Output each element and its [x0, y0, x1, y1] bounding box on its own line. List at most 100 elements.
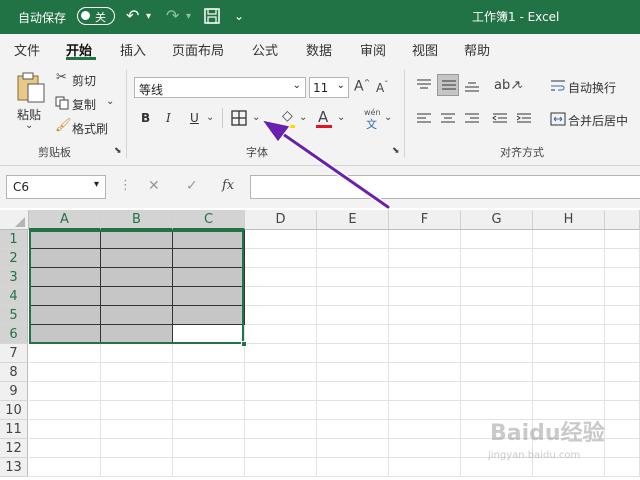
grow-font-icon[interactable]: A^	[354, 78, 370, 95]
cell-b12[interactable]	[101, 439, 173, 458]
cell-a6[interactable]	[29, 325, 101, 344]
cell-e10[interactable]	[317, 401, 389, 420]
clipboard-launcher-icon[interactable]: ⬊	[114, 146, 122, 156]
cell-a3[interactable]	[29, 268, 101, 287]
tab-help[interactable]: 帮助	[464, 40, 490, 59]
autosave-toggle[interactable]: 关	[77, 7, 115, 25]
cell-c1[interactable]	[173, 230, 245, 249]
column-header-b[interactable]: B	[101, 210, 173, 230]
cell-a5[interactable]	[29, 306, 101, 325]
cell-g9[interactable]	[461, 382, 533, 401]
decrease-indent-icon[interactable]	[492, 112, 508, 126]
cell-i2[interactable]	[605, 249, 640, 268]
copy-button[interactable]: 复制	[72, 96, 96, 113]
cell-g5[interactable]	[461, 306, 533, 325]
cell-e3[interactable]	[317, 268, 389, 287]
cell-d3[interactable]	[245, 268, 317, 287]
cell-i9[interactable]	[605, 382, 640, 401]
phonetic-icon[interactable]: 文	[366, 116, 377, 132]
row-header-7[interactable]: 7	[0, 344, 28, 363]
cell-c12[interactable]	[173, 439, 245, 458]
cell-i13[interactable]	[605, 458, 640, 477]
row-header-10[interactable]: 10	[0, 401, 28, 420]
underline-button[interactable]: U	[190, 111, 199, 125]
font-launcher-icon[interactable]: ⬊	[392, 146, 400, 156]
font-color-dropdown-icon[interactable]: ⌄	[337, 112, 345, 123]
fill-color-dropdown-icon[interactable]: ⌄	[299, 112, 307, 123]
cell-g6[interactable]	[461, 325, 533, 344]
cell-f12[interactable]	[389, 439, 461, 458]
cell-e1[interactable]	[317, 230, 389, 249]
cell-f13[interactable]	[389, 458, 461, 477]
cell-a8[interactable]	[29, 363, 101, 382]
cell-d2[interactable]	[245, 249, 317, 268]
cell-g3[interactable]	[461, 268, 533, 287]
row-header-2[interactable]: 2	[0, 249, 28, 268]
fill-handle[interactable]	[241, 341, 247, 347]
cell-e8[interactable]	[317, 363, 389, 382]
cell-b1[interactable]	[101, 230, 173, 249]
cell-i1[interactable]	[605, 230, 640, 249]
cell-i12[interactable]	[605, 439, 640, 458]
italic-button[interactable]: I	[166, 111, 171, 125]
row-header-8[interactable]: 8	[0, 363, 28, 382]
cell-f4[interactable]	[389, 287, 461, 306]
tab-review[interactable]: 审阅	[360, 40, 386, 59]
row-header-1[interactable]: 1	[0, 230, 28, 249]
cell-f9[interactable]	[389, 382, 461, 401]
cell-h2[interactable]	[533, 249, 605, 268]
row-header-4[interactable]: 4	[0, 287, 28, 306]
cell-f5[interactable]	[389, 306, 461, 325]
cell-h7[interactable]	[533, 344, 605, 363]
cell-b10[interactable]	[101, 401, 173, 420]
cell-f6[interactable]	[389, 325, 461, 344]
cell-g4[interactable]	[461, 287, 533, 306]
cell-f2[interactable]	[389, 249, 461, 268]
cell-h3[interactable]	[533, 268, 605, 287]
tab-file[interactable]: 文件	[14, 40, 40, 59]
insert-function-button[interactable]: fx	[222, 178, 234, 193]
cell-i4[interactable]	[605, 287, 640, 306]
cell-c2[interactable]	[173, 249, 245, 268]
font-size-select[interactable]: 11 ⌄	[309, 77, 349, 98]
cell-f8[interactable]	[389, 363, 461, 382]
row-header-13[interactable]: 13	[0, 458, 28, 477]
cell-e13[interactable]	[317, 458, 389, 477]
cell-c8[interactable]	[173, 363, 245, 382]
cell-b8[interactable]	[101, 363, 173, 382]
cell-i8[interactable]	[605, 363, 640, 382]
column-header-a[interactable]: A	[29, 210, 101, 230]
cell-b13[interactable]	[101, 458, 173, 477]
cell-i3[interactable]	[605, 268, 640, 287]
cell-i11[interactable]	[605, 420, 640, 439]
row-header-6[interactable]: 6	[0, 325, 28, 344]
cell-d9[interactable]	[245, 382, 317, 401]
cell-f1[interactable]	[389, 230, 461, 249]
paste-icon[interactable]	[16, 72, 46, 104]
cell-h1[interactable]	[533, 230, 605, 249]
cell-e6[interactable]	[317, 325, 389, 344]
copy-dropdown-icon[interactable]: ⌄	[106, 96, 114, 107]
cell-e5[interactable]	[317, 306, 389, 325]
cell-c5[interactable]	[173, 306, 245, 325]
cell-h9[interactable]	[533, 382, 605, 401]
cell-i6[interactable]	[605, 325, 640, 344]
cell-f10[interactable]	[389, 401, 461, 420]
cell-h6[interactable]	[533, 325, 605, 344]
cell-c4[interactable]	[173, 287, 245, 306]
cell-d11[interactable]	[245, 420, 317, 439]
select-all-corner[interactable]	[0, 210, 29, 230]
cell-i5[interactable]	[605, 306, 640, 325]
cell-c9[interactable]	[173, 382, 245, 401]
cell-b3[interactable]	[101, 268, 173, 287]
cell-h8[interactable]	[533, 363, 605, 382]
orientation-dropdown-icon[interactable]: ⌄	[516, 80, 524, 91]
cell-g8[interactable]	[461, 363, 533, 382]
cell-a9[interactable]	[29, 382, 101, 401]
column-header-g[interactable]: G	[461, 210, 533, 230]
cell-i10[interactable]	[605, 401, 640, 420]
cell-b7[interactable]	[101, 344, 173, 363]
customize-qat-icon[interactable]: ⌄	[234, 9, 244, 23]
cell-e9[interactable]	[317, 382, 389, 401]
cell-a10[interactable]	[29, 401, 101, 420]
